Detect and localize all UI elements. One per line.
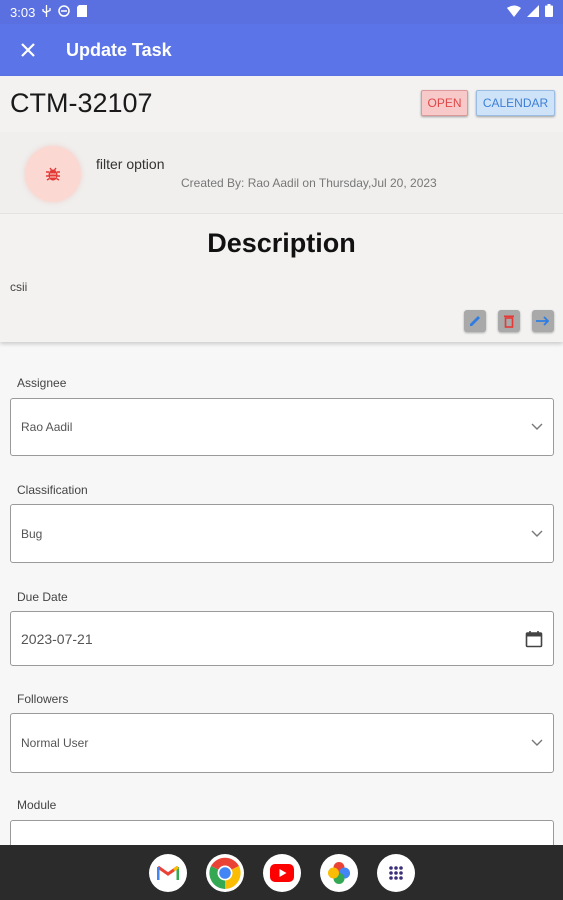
photos-app[interactable] [319,853,358,892]
forward-button[interactable] [532,310,554,332]
app-drawer-button[interactable] [376,853,415,892]
usb-icon [42,4,51,20]
chrome-icon [208,857,241,889]
calendar-badge[interactable]: CALENDAR [476,90,555,116]
classification-label: Classification [17,483,88,497]
due-date-field[interactable]: 2023-07-21 [10,611,554,666]
assignee-label: Assignee [17,376,67,390]
assignee-select[interactable]: Rao Aadil [10,398,554,456]
chevron-down-icon [531,739,543,746]
chrome-app[interactable] [205,853,244,892]
task-header-card: CTM-32107 OPEN CALENDAR filter option Cr… [0,76,563,342]
close-button[interactable] [0,24,56,76]
gmail-icon [156,865,179,880]
signal-icon [527,4,539,20]
youtube-app[interactable] [262,853,301,892]
task-name: filter option [96,156,165,172]
followers-label: Followers [17,692,69,706]
wifi-icon [507,5,521,20]
status-time: 3:03 [10,4,36,20]
edit-button[interactable] [464,310,486,332]
assignee-value: Rao Aadil [21,420,73,434]
calendar-picker-button[interactable] [525,630,543,648]
photos-icon [327,861,350,884]
bug-icon [46,167,60,181]
battery-icon [545,4,553,20]
status-bar: 3:03 [0,0,563,24]
sd-card-icon [77,4,88,20]
classification-select[interactable]: Bug [10,504,554,563]
task-type-avatar [25,146,81,202]
calendar-icon [525,630,543,647]
description-heading: Description [207,228,356,258]
delete-button[interactable] [498,310,520,332]
status-badge[interactable]: OPEN [421,90,468,116]
module-label: Module [17,798,57,812]
followers-value: Normal User [21,736,89,750]
gmail-app[interactable] [148,853,187,892]
youtube-icon [269,863,294,882]
chevron-down-icon [531,423,543,430]
created-by-text: Created By: Rao Aadil on Thursday,Jul 20… [181,176,437,190]
page-title: Update Task [66,39,172,60]
due-date-label: Due Date [17,590,68,604]
task-meta-row: filter option Created By: Rao Aadil on T… [0,132,563,214]
vpn-icon [58,4,71,20]
arrow-right-icon [536,316,550,326]
due-date-value: 2023-07-21 [21,630,93,647]
description-body: csii [10,280,28,294]
task-id: CTM-32107 [10,88,153,118]
app-drawer-icon [388,865,403,880]
close-icon [21,43,35,57]
followers-select[interactable]: Normal User [10,713,554,773]
classification-value: Bug [21,526,43,541]
app-bar: Update Task [0,24,563,76]
dock-bar [0,845,563,900]
delete-icon [504,315,514,328]
chevron-down-icon [531,530,543,537]
edit-icon [470,316,480,326]
